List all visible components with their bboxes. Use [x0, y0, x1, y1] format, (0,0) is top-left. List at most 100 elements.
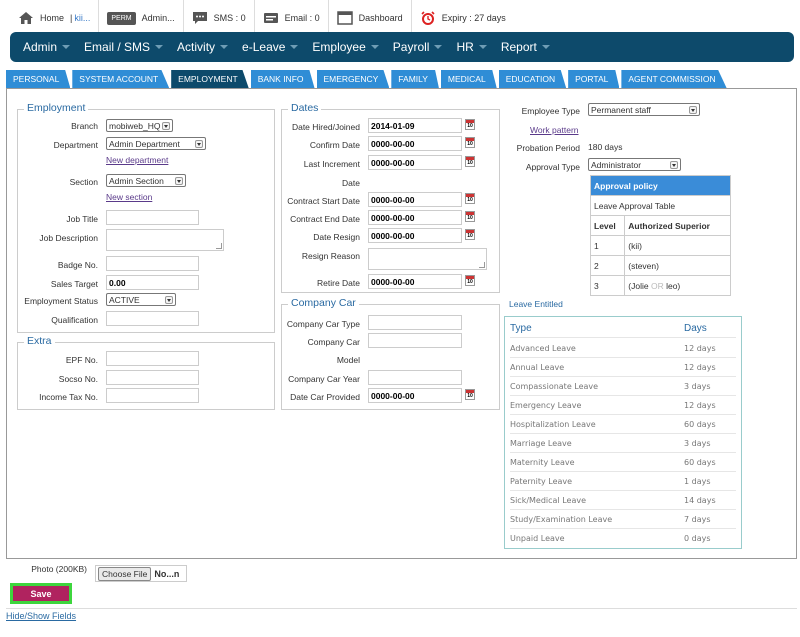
home-link[interactable]: Home | kii...: [10, 0, 100, 36]
qualification-input[interactable]: [106, 311, 199, 326]
date-resign-input[interactable]: 0000-00-00: [368, 228, 462, 243]
car-type-input[interactable]: [368, 315, 462, 330]
choose-file-button[interactable]: Choose File: [98, 566, 152, 581]
date-hired-label: Date Hired/Joined: [291, 122, 360, 132]
nav-activity[interactable]: Activity: [170, 32, 235, 62]
email-item[interactable]: Email : 0: [255, 0, 329, 36]
approval-level: 3: [589, 275, 626, 296]
contract-start-input[interactable]: 0000-00-00: [368, 192, 462, 207]
chevron-down-icon: [175, 177, 183, 185]
car-date-provided-label: Date Car Provided: [290, 392, 360, 402]
calendar-icon[interactable]: [465, 389, 475, 400]
company-car-legend: Company Car: [288, 297, 359, 309]
employee-type-value: Permanent staff: [591, 104, 651, 115]
badge-label: Badge No.: [57, 260, 98, 270]
expiry-item[interactable]: Expiry : 27 days: [412, 0, 514, 36]
nav-employee[interactable]: Employee: [305, 32, 385, 62]
nav-label: Payroll: [392, 40, 430, 54]
nav-e-leave[interactable]: e-Leave: [235, 32, 305, 62]
leave-row: Hospitalization Leave 60 days: [510, 415, 736, 434]
leave-days: 1 days: [684, 476, 711, 486]
tab-employment[interactable]: EMPLOYMENT: [171, 70, 249, 88]
new-section-link[interactable]: New section: [106, 192, 152, 202]
nav-report[interactable]: Report: [494, 32, 557, 62]
sales-target-input[interactable]: 0.00: [106, 275, 199, 290]
section-label: Section: [69, 177, 98, 187]
leave-type: Maternity Leave: [510, 457, 575, 467]
nav-admin[interactable]: Admin: [16, 32, 77, 62]
new-department-link[interactable]: New department: [106, 155, 168, 165]
sms-item[interactable]: SMS : 0: [184, 0, 255, 36]
car-year-input[interactable]: [368, 370, 462, 385]
leave-days: 60 days: [684, 457, 716, 467]
socso-label: Socso No.: [58, 374, 98, 384]
retire-date-input[interactable]: 0000-00-00: [368, 274, 462, 289]
leave-type: Unpaid Leave: [510, 534, 565, 543]
last-increment-input[interactable]: 0000-00-00: [368, 155, 462, 170]
badge-input[interactable]: [106, 256, 199, 271]
work-pattern-link[interactable]: Work pattern: [530, 125, 579, 135]
home-icon: [19, 12, 33, 24]
tab-bank-info[interactable]: BANK INFO: [250, 70, 315, 88]
tab-emergency[interactable]: EMERGENCY: [316, 70, 390, 88]
epf-input[interactable]: [106, 351, 199, 366]
hide-show-fields-link[interactable]: Hide/Show Fields: [6, 611, 76, 621]
employee-type-select[interactable]: Permanent staff: [588, 103, 700, 116]
employee-type-label: Employee Type: [521, 106, 580, 116]
sales-target-label: Sales Target: [50, 279, 98, 289]
calendar-icon: [336, 11, 353, 25]
confirm-date-input[interactable]: 0000-00-00: [368, 136, 462, 151]
date-hired-input[interactable]: 2014-01-09: [368, 118, 462, 133]
calendar-icon[interactable]: [465, 193, 475, 204]
tab-education[interactable]: EDUCATION: [498, 70, 567, 88]
section-select[interactable]: Admin Section: [106, 174, 186, 187]
leave-type: Paternity Leave: [510, 476, 573, 486]
dashboard-item[interactable]: Dashboard: [329, 0, 412, 36]
department-select[interactable]: Admin Department: [106, 137, 206, 150]
socso-input[interactable]: [106, 370, 199, 385]
income-tax-input[interactable]: [106, 388, 199, 403]
calendar-icon[interactable]: [465, 229, 475, 240]
tab-personal[interactable]: PERSONAL: [6, 70, 71, 88]
photo-file-input[interactable]: Choose File No...n: [95, 565, 187, 582]
car-model-label-2: Model: [336, 355, 360, 365]
nav-email-sms[interactable]: Email / SMS: [77, 32, 170, 62]
calendar-icon[interactable]: [465, 275, 475, 286]
car-date-provided-input[interactable]: 0000-00-00: [368, 388, 462, 403]
approval-type-value: Administrator: [591, 159, 642, 170]
tab-family[interactable]: FAMILY: [391, 70, 439, 88]
job-description-textarea[interactable]: [106, 229, 224, 251]
calendar-icon[interactable]: [465, 156, 475, 167]
nav-label: Report: [500, 40, 537, 54]
nav-payroll[interactable]: Payroll: [386, 32, 450, 62]
leave-days: 60 days: [684, 419, 716, 429]
contract-end-input[interactable]: 0000-00-00: [368, 210, 462, 225]
photo-label: Photo (200KB): [31, 564, 87, 574]
car-model-input[interactable]: [368, 333, 462, 348]
nav-hr[interactable]: HR: [449, 32, 493, 62]
job-title-input[interactable]: [106, 210, 199, 225]
tab-agent-commission[interactable]: AGENT COMMISSION: [621, 70, 727, 88]
leave-row: Unpaid Leave 0 days: [510, 529, 736, 548]
file-name: No...n: [154, 568, 180, 579]
tab-portal[interactable]: PORTAL: [568, 70, 620, 88]
nav-label: Employee: [312, 40, 366, 54]
calendar-icon[interactable]: [465, 119, 475, 130]
approval-level: 1: [589, 235, 626, 256]
resign-reason-textarea[interactable]: [368, 248, 487, 270]
calendar-icon[interactable]: [465, 137, 475, 148]
caret-down-icon: [478, 45, 487, 49]
leave-type: Study/Examination Leave: [510, 514, 613, 524]
income-tax-label: Income Tax No.: [39, 392, 98, 402]
tab-system-account[interactable]: SYSTEM ACCOUNT: [72, 70, 170, 88]
employment-status-select[interactable]: ACTIVE: [106, 293, 176, 306]
calendar-icon[interactable]: [465, 211, 475, 222]
leave-type: Emergency Leave: [510, 400, 582, 410]
tab-medical[interactable]: MEDICAL: [440, 70, 497, 88]
approval-policy-title: Approval policy: [590, 175, 731, 196]
epf-label: EPF No.: [65, 355, 98, 365]
approval-type-select[interactable]: Administrator: [588, 158, 681, 171]
perm-item[interactable]: PERM Admin...: [99, 0, 184, 36]
branch-select[interactable]: mobiweb_HQ: [106, 119, 173, 132]
save-button[interactable]: Save: [10, 583, 72, 604]
